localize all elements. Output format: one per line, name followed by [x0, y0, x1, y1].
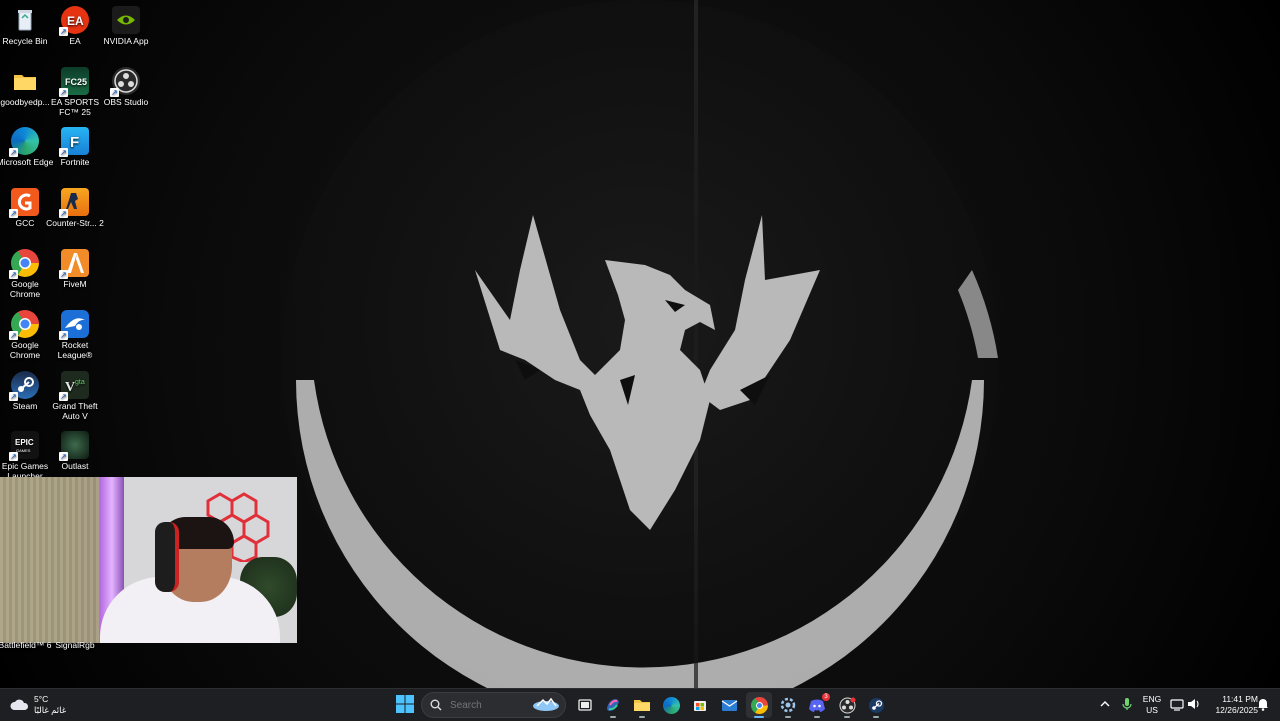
gcc-icon: ↗	[9, 188, 39, 218]
taskbar-copilot[interactable]	[600, 692, 626, 718]
microphone-icon[interactable]	[1120, 696, 1134, 712]
taskbar-mail[interactable]	[716, 692, 742, 718]
chrome-icon	[750, 696, 768, 714]
copilot-icon	[607, 699, 619, 711]
desktop-icon-nvidia-app[interactable]: NVIDIA App	[97, 3, 155, 46]
nvidia-icon	[112, 6, 140, 34]
svg-text:F: F	[70, 134, 79, 151]
search-highlight-icon	[533, 697, 559, 711]
edge-icon	[662, 696, 680, 714]
fortnite-icon: F ↗	[59, 127, 89, 157]
desktop-icon-obs-studio[interactable]: ↗ OBS Studio	[97, 64, 155, 107]
clock-time: 11:41 PM	[1222, 694, 1258, 704]
taskbar-task-view[interactable]	[572, 692, 598, 718]
ea-sports-fc-icon: FC25 ↗	[59, 67, 89, 97]
start-button[interactable]	[394, 693, 416, 715]
network-icon[interactable]	[1170, 697, 1184, 711]
desktop-icon-ea-sports-fc[interactable]: FC25 ↗ EA SPORTS FC™ 25	[46, 64, 104, 117]
chevron-up-icon[interactable]	[1098, 697, 1112, 711]
weather-temp: 5°C	[34, 694, 49, 704]
taskbar-steam[interactable]	[863, 692, 889, 718]
desktop-icon-label: Grand Theft Auto V	[52, 401, 98, 421]
desktop-icon-ea[interactable]: EA ↗ EA	[46, 3, 104, 46]
chrome-icon: ↗	[9, 310, 39, 340]
desktop-icon-label: FiveM	[63, 279, 87, 289]
desktop-icon-label: EA SPORTS FC™ 25	[50, 97, 100, 117]
ea-icon: EA ↗	[59, 6, 89, 36]
desktop-icon-outlast[interactable]: ↗ Outlast	[46, 428, 104, 471]
desktop-icon-label: Fortnite	[60, 157, 90, 167]
language-indicator[interactable]: ENG US	[1138, 694, 1166, 716]
gta-v-icon: Vgta ↗	[59, 371, 89, 401]
mail-icon	[721, 700, 737, 711]
svg-text:EA: EA	[67, 14, 84, 28]
chrome-icon: ↗	[9, 249, 39, 279]
rocket-league-icon: ↗	[59, 310, 89, 340]
counter-strike-icon: ↗	[59, 188, 89, 218]
desktop-icon-label: Rocket League®	[57, 340, 93, 360]
desktop-icon-gta-v[interactable]: Vgta ↗ Grand Theft Auto V	[46, 368, 104, 421]
volume-icon[interactable]	[1186, 697, 1200, 711]
svg-text:gta: gta	[75, 379, 85, 386]
desktop: Recycle Bin EA ↗ EA NVIDIA App goodbyedp…	[0, 0, 1280, 688]
obs-icon	[839, 697, 855, 713]
language-line2: US	[1146, 705, 1158, 715]
taskbar-settings-app[interactable]	[775, 692, 801, 718]
search-icon	[430, 699, 442, 711]
taskbar-chrome[interactable]	[746, 692, 772, 718]
recycle-bin-icon	[11, 6, 39, 34]
desktop-icon-label: Outlast	[61, 461, 89, 471]
task-view-icon	[578, 699, 592, 711]
taskbar-obs[interactable]	[834, 692, 860, 718]
desktop-icon-signalrgb[interactable]: SignalRgb	[46, 640, 104, 650]
edge-icon: ↗	[9, 127, 39, 157]
desktop-icon-rocket-league[interactable]: ↗ Rocket League®	[46, 307, 104, 360]
steam-icon	[868, 697, 884, 713]
taskbar: 5°C غائم غالبًا Search 3 ENG US 11:41 PM…	[0, 688, 1280, 721]
weather-widget[interactable]: 5°C غائم غالبًا	[10, 692, 66, 718]
language-line1: ENG	[1142, 694, 1162, 704]
folder-icon	[634, 700, 650, 711]
desktop-icon-counter-strike[interactable]: ↗ Counter-Str... 2	[46, 185, 104, 228]
svg-text:FC25: FC25	[65, 77, 87, 87]
desktop-icon-label: NVIDIA App	[103, 36, 149, 46]
taskbar-search[interactable]	[421, 692, 566, 718]
webcam-overlay	[0, 477, 297, 643]
steam-icon: ↗	[9, 371, 39, 401]
clock-date: 12/26/2025	[1215, 705, 1258, 715]
gear-app-icon	[780, 697, 796, 713]
desktop-icon-label: EA	[69, 36, 81, 46]
epic-games-icon: EPIC GAMES ↗	[9, 431, 39, 461]
desktop-icon-fortnite[interactable]: F ↗ Fortnite	[46, 124, 104, 167]
desktop-icon-label: OBS Studio	[103, 97, 149, 107]
cloud-icon	[10, 699, 29, 710]
store-icon	[694, 701, 706, 711]
outlast-icon: ↗	[59, 431, 89, 461]
desktop-icon-label: Counter-Str... 2	[46, 218, 104, 228]
desktop-icon-label: SignalRgb	[55, 640, 95, 650]
phoenix-emblem-icon	[475, 215, 820, 530]
fivem-icon: ↗	[59, 249, 89, 279]
folder-icon	[11, 67, 39, 95]
windows-icon	[396, 695, 414, 713]
discord-badge: 3	[822, 693, 830, 701]
taskbar-microsoft-store[interactable]	[687, 692, 713, 718]
taskbar-edge[interactable]	[658, 692, 684, 718]
taskbar-file-explorer[interactable]	[629, 692, 655, 718]
notification-bell-icon[interactable]	[1256, 697, 1270, 711]
search-input[interactable]	[448, 698, 532, 712]
svg-text:EPIC: EPIC	[15, 438, 34, 447]
clock[interactable]: 11:41 PM 12/26/2025	[1204, 694, 1258, 716]
weather-desc: غائم غالبًا	[34, 705, 67, 715]
desktop-icon-fivem[interactable]: ↗ FiveM	[46, 246, 104, 289]
svg-text:GAMES: GAMES	[16, 448, 31, 453]
obs-icon: ↗	[110, 67, 140, 97]
taskbar-discord[interactable]: 3	[804, 692, 830, 718]
